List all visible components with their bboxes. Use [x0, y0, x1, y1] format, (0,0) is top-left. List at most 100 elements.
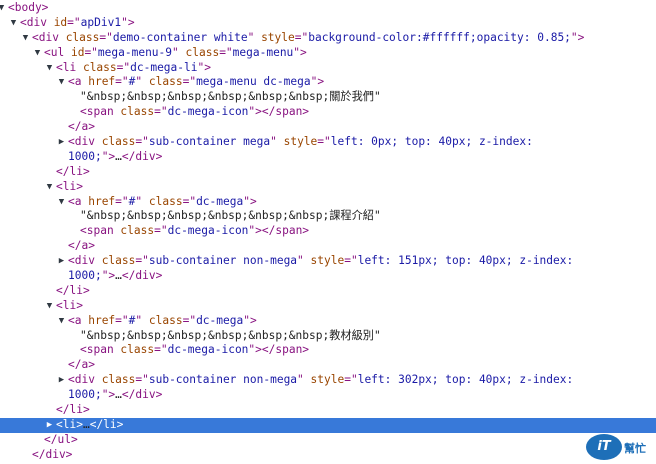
markup-token-txt: "&nbsp;&nbsp;&nbsp;&nbsp;&nbsp;&nbsp;教材級…	[80, 328, 381, 342]
markup-token-tag: "></span>	[248, 105, 310, 119]
collapse-triangle-icon[interactable]: ▼	[45, 180, 54, 195]
dom-node-line[interactable]: ▶ <div class="sub-container non-mega" sty…	[0, 373, 656, 388]
collapse-triangle-icon[interactable]: ▼	[45, 299, 54, 314]
markup-token-tag: "	[135, 75, 149, 89]
dom-node-line[interactable]: ▼ <li class="dc-mega-li">	[0, 61, 656, 76]
markup-token-tag: <a	[68, 313, 89, 327]
dom-node-line[interactable]: ▼ <a href="#" class="mega-menu dc-mega">	[0, 75, 656, 90]
markup-token-tag: ="	[84, 45, 98, 59]
markup-token-tag: </div>	[32, 447, 73, 461]
collapse-triangle-icon[interactable]: ▼	[57, 195, 66, 210]
markup-token-attr: style	[283, 135, 318, 149]
dom-node-line[interactable]: </li>	[0, 165, 656, 180]
markup-token-tag: </div>	[121, 269, 163, 283]
dom-node-line[interactable]: ▶ <div class="sub-container non-mega" sty…	[0, 254, 656, 269]
dom-node-line[interactable]: ▶ <div class="sub-container mega" style="…	[0, 135, 656, 150]
expand-triangle-icon[interactable]: ▶	[45, 418, 54, 433]
dom-node-line[interactable]: ▼ <div class="demo-container white" style…	[0, 31, 656, 46]
markup-token-tag: ="	[154, 105, 168, 119]
dom-node-line[interactable]: "&nbsp;&nbsp;&nbsp;&nbsp;&nbsp;&nbsp;教材級…	[0, 329, 656, 344]
dom-node-line[interactable]: </a>	[0, 239, 656, 254]
markup-token-tag: </a>	[68, 120, 95, 134]
markup-token-tag: ">	[243, 313, 257, 327]
dom-node-line[interactable]: "&nbsp;&nbsp;&nbsp;&nbsp;&nbsp;&nbsp;關於我…	[0, 90, 656, 105]
markup-token-attr: class	[148, 313, 183, 327]
node-markup: </li>	[56, 284, 90, 299]
markup-token-tag: ="	[67, 15, 81, 29]
dom-node-line[interactable]: <span class="dc-mega-icon"></span>	[0, 343, 656, 358]
dom-node-line[interactable]: </a>	[0, 358, 656, 373]
collapse-triangle-icon[interactable]: ▼	[57, 75, 66, 90]
dom-node-line[interactable]: </div>	[0, 448, 656, 463]
dom-node-line[interactable]: ▼ <li>	[0, 299, 656, 314]
node-markup: <body>	[8, 1, 48, 16]
collapse-triangle-icon[interactable]: ▼	[21, 31, 30, 46]
markup-token-val: 1000;	[68, 269, 102, 283]
markup-token-tag: ="	[219, 45, 233, 59]
markup-token-val: mega-menu-9	[97, 45, 173, 59]
expand-triangle-icon[interactable]: ▶	[57, 373, 66, 388]
node-markup: <li>	[56, 180, 83, 195]
markup-token-tag: ">	[197, 60, 211, 74]
dom-node-line[interactable]: ▼ <li>	[0, 180, 656, 195]
markup-token-val: sub-container non-mega	[148, 373, 298, 387]
dom-node-line[interactable]: </li>	[0, 284, 656, 299]
markup-token-attr: class	[185, 45, 220, 59]
markup-token-tag: ="	[182, 194, 197, 208]
markup-token-txt: "&nbsp;&nbsp;&nbsp;&nbsp;&nbsp;&nbsp;課程介…	[80, 209, 381, 223]
expand-triangle-icon[interactable]: ▶	[57, 135, 66, 150]
collapse-triangle-icon[interactable]: ▼	[45, 61, 54, 76]
dom-node-line[interactable]: 1000;">…</div>	[0, 388, 656, 403]
markup-token-tag: ">	[101, 269, 116, 283]
node-markup: </li>	[56, 165, 90, 180]
markup-token-tag: ="	[154, 343, 168, 357]
collapse-triangle-icon[interactable]: ▼	[57, 314, 66, 329]
markup-token-tag: <ul	[44, 45, 71, 59]
dom-node-line[interactable]: ▶ <li>…</li>	[0, 417, 656, 433]
markup-token-attr: class	[65, 30, 100, 44]
markup-token-tag: <div	[20, 15, 54, 29]
node-markup: <span class="dc-mega-icon"></span>	[80, 343, 309, 358]
markup-token-val: sub-container mega	[148, 135, 271, 149]
node-markup: "&nbsp;&nbsp;&nbsp;&nbsp;&nbsp;&nbsp;課程介…	[80, 209, 381, 224]
markup-token-tag: <span	[80, 343, 121, 357]
markup-token-tag: <div	[68, 135, 102, 149]
expand-triangle-icon[interactable]: ▶	[57, 254, 66, 269]
node-markup: </ul>	[44, 433, 78, 448]
node-markup: 1000;">…</div>	[68, 269, 162, 284]
dom-node-line[interactable]: </a>	[0, 120, 656, 135]
markup-token-tag: ="	[182, 313, 197, 327]
markup-token-val: dc-mega-icon	[167, 224, 249, 238]
node-markup: </li>	[56, 403, 90, 418]
node-markup: <ul id="mega-menu-9" class="mega-menu">	[44, 46, 307, 61]
collapse-triangle-icon[interactable]: ▼	[9, 16, 18, 31]
markup-token-val: left: 302px; top: 40px; z-index:	[357, 373, 574, 387]
dom-node-line[interactable]: ▼ <div id="apDiv1">	[0, 16, 656, 31]
dom-node-line[interactable]: ▼ <a href="#" class="dc-mega">	[0, 314, 656, 329]
dom-node-line[interactable]: </li>	[0, 403, 656, 418]
markup-token-attr: style	[310, 373, 345, 387]
dom-node-line[interactable]: 1000;">…</div>	[0, 150, 656, 165]
markup-token-tag: <div	[68, 254, 102, 268]
markup-token-txt: …	[115, 269, 122, 283]
collapse-triangle-icon[interactable]: ▼	[33, 46, 42, 61]
dom-node-line[interactable]: ▼ <ul id="mega-menu-9" class="mega-menu">	[0, 46, 656, 61]
node-markup: <span class="dc-mega-icon"></span>	[80, 105, 309, 120]
collapse-triangle-icon[interactable]: ▼	[0, 1, 6, 16]
dom-node-line[interactable]: <span class="dc-mega-icon"></span>	[0, 224, 656, 239]
dom-node-line[interactable]: ▼ <a href="#" class="dc-mega">	[0, 195, 656, 210]
dom-node-line[interactable]: </ul>	[0, 433, 656, 448]
markup-token-val: sub-container non-mega	[148, 254, 298, 268]
markup-token-attr: class	[148, 75, 183, 89]
markup-token-tag: </li>	[89, 417, 124, 431]
node-markup: <li>…</li>	[56, 418, 123, 433]
markup-token-attr: style	[261, 30, 295, 44]
dom-node-line[interactable]: <span class="dc-mega-icon"></span>	[0, 105, 656, 120]
node-markup: <li>	[56, 299, 83, 314]
markup-token-tag: ="	[294, 30, 309, 44]
node-markup: <span class="dc-mega-icon"></span>	[80, 224, 309, 239]
dom-node-line[interactable]: "&nbsp;&nbsp;&nbsp;&nbsp;&nbsp;&nbsp;課程介…	[0, 209, 656, 224]
dom-node-line[interactable]: ▼ <body>	[0, 1, 656, 16]
markup-token-tag: ">	[101, 388, 116, 402]
dom-node-line[interactable]: 1000;">…</div>	[0, 269, 656, 284]
